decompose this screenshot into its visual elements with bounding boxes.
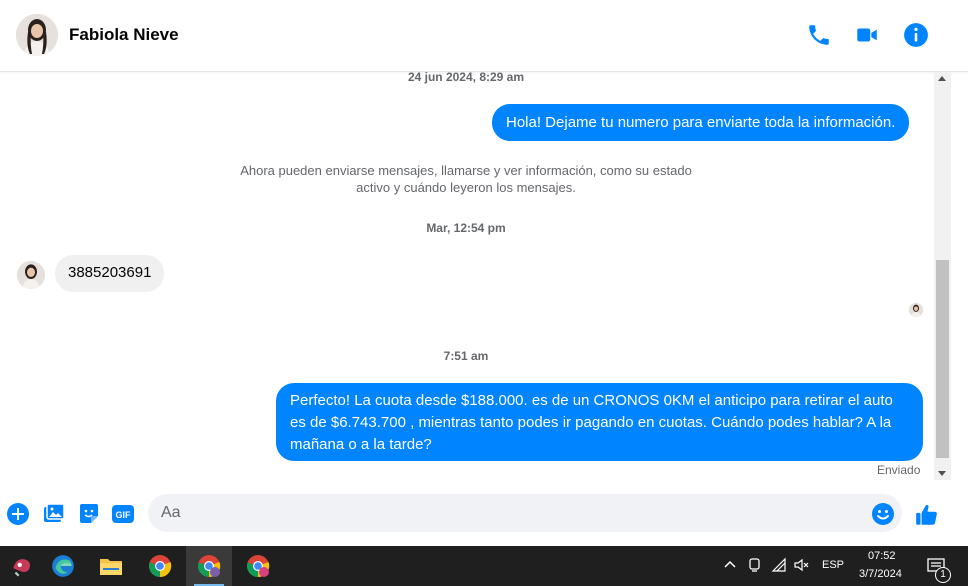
notification-badge: 1 <box>935 567 951 583</box>
photo-icon[interactable] <box>42 502 66 526</box>
emoji-icon[interactable] <box>871 502 895 526</box>
scrollbar[interactable] <box>934 72 951 480</box>
scrollbar-thumb[interactable] <box>936 260 949 458</box>
video-icon[interactable] <box>854 22 880 48</box>
gif-icon[interactable]: GIF <box>111 502 135 526</box>
system-note-line: Ahora pueden enviarse mensajes, llamarse… <box>240 163 692 178</box>
message-status: Enviado <box>877 463 921 477</box>
plus-icon[interactable] <box>6 502 30 526</box>
system-note-line: activo y cuándo leyeron los mensajes. <box>356 180 576 195</box>
outgoing-message[interactable]: Perfecto! La cuota desde $188.000. es de… <box>276 383 923 461</box>
language-indicator[interactable]: ESP <box>822 559 844 571</box>
like-icon[interactable] <box>914 502 940 528</box>
info-icon[interactable] <box>903 22 929 48</box>
chrome-profile-icon[interactable] <box>186 546 232 586</box>
clock-date[interactable]: 3/7/2024 <box>859 568 902 580</box>
message-line: mañana o a la tarde? <box>290 436 432 453</box>
chat-header: Fabiola Nieve <box>0 0 968 72</box>
contact-name[interactable]: Fabiola Nieve <box>69 25 179 45</box>
incoming-message[interactable]: 3885203691 <box>55 255 165 292</box>
wifi-icon[interactable] <box>771 557 787 573</box>
chrome-icon[interactable] <box>137 546 183 586</box>
phone-icon[interactable] <box>806 22 832 48</box>
edge-icon[interactable] <box>40 546 86 586</box>
message-input[interactable]: Aa <box>148 494 902 532</box>
scroll-up-arrow-icon[interactable] <box>938 76 946 81</box>
scroll-down-arrow-icon[interactable] <box>938 471 946 476</box>
contact-avatar-small[interactable] <box>17 261 45 289</box>
timestamp: Mar, 12:54 pm <box>426 221 506 235</box>
sticker-icon[interactable] <box>77 502 101 526</box>
message-line: Perfecto! La cuota desde $188.000. es de… <box>290 392 893 409</box>
system-note: Ahora pueden enviarse mensajes, llamarse… <box>226 162 706 196</box>
clock-time[interactable]: 07:52 <box>868 550 896 562</box>
speaker-muted-icon[interactable] <box>793 557 809 573</box>
contact-avatar[interactable] <box>16 14 58 56</box>
timestamp: 7:51 am <box>443 349 489 363</box>
timestamp: 24 jun 2024, 8:29 am <box>407 70 525 84</box>
file-explorer-icon[interactable] <box>88 546 134 586</box>
messenger-window: Fabiola Nieve 24 jun 2024, 8:29 am Hola!… <box>0 0 968 546</box>
chevron-up-icon[interactable] <box>723 558 737 572</box>
seen-avatar <box>909 303 923 317</box>
chrome-profile-icon[interactable] <box>235 546 281 586</box>
message-line: es de $6.743.700 , mientras tanto podes … <box>290 414 892 431</box>
outgoing-message[interactable]: Hola! Dejame tu numero para enviarte tod… <box>492 104 910 141</box>
meet-now-icon[interactable] <box>747 557 763 573</box>
windows-taskbar: ESP 07:52 3/7/2024 1 <box>0 546 968 586</box>
svg-text:GIF: GIF <box>116 510 132 520</box>
